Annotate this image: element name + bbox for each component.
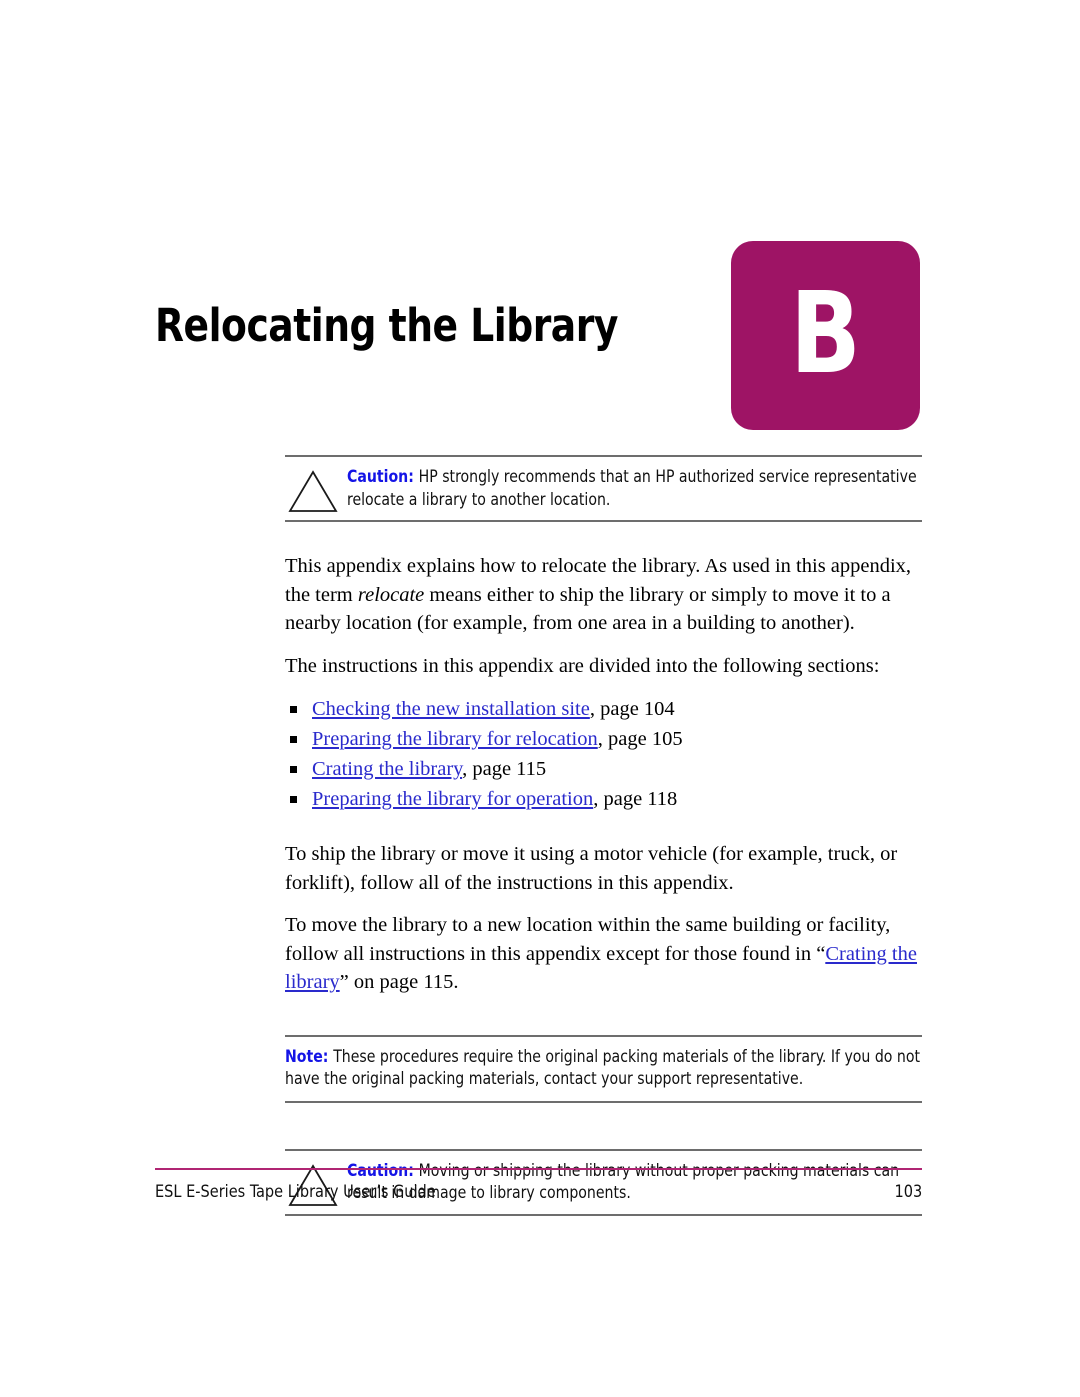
bullet-square-icon — [290, 706, 297, 713]
warning-triangle-icon — [288, 470, 338, 512]
list-item: Preparing the library for relocation, pa… — [285, 724, 922, 754]
page-ref: , page 105 — [597, 728, 683, 750]
caution-top-body: HP strongly recommends that an HP author… — [347, 467, 917, 509]
link-crating-the-library[interactable]: Crating the library — [312, 758, 462, 780]
caution-label: Caution: — [347, 467, 414, 486]
chapter-header: Relocating the Library B — [0, 0, 1080, 440]
content-column: Caution: HP strongly recommends that an H… — [285, 455, 922, 1216]
moving-p-part1: To move the library to a new location wi… — [285, 914, 891, 965]
section-link-list: Checking the new installation site, page… — [285, 694, 922, 814]
footer-document-title: ESL E-Series Tape Library User’s Guide — [155, 1182, 436, 1202]
page-ref: , page 115 — [462, 758, 547, 780]
bullet-square-icon — [290, 766, 297, 773]
link-preparing-the-library-for-operation[interactable]: Preparing the library for operation — [312, 788, 593, 810]
note-text: Note: These procedures require the origin… — [285, 1046, 920, 1091]
link-checking-the-new-installation-site[interactable]: Checking the new installation site — [312, 698, 590, 720]
shipping-paragraph: To ship the library or move it using a m… — [285, 843, 898, 894]
page-footer: ESL E-Series Tape Library User’s Guide 1… — [155, 1168, 922, 1202]
intro-p1-emphasis: relocate — [357, 583, 425, 606]
footer-page-number: 103 — [894, 1182, 922, 1202]
page-ref: , page 118 — [593, 788, 678, 810]
intro-paragraph-1: This appendix explains how to relocate t… — [285, 552, 922, 638]
moving-p-part2: ” on page 115. — [339, 971, 459, 993]
note-body: These procedures require the original pa… — [285, 1046, 921, 1089]
moving-paragraph: To move the library to a new location wi… — [285, 911, 922, 997]
chapter-letter-badge: B — [731, 241, 920, 430]
bullet-square-icon — [290, 796, 297, 803]
caution-box-top: Caution: HP strongly recommends that an H… — [285, 455, 922, 522]
page-title: Relocating the Library — [155, 299, 618, 352]
list-item: Crating the library, page 115 — [285, 754, 922, 784]
note-label: Note: — [285, 1046, 329, 1066]
bullet-square-icon — [290, 736, 297, 743]
note-box: Note: These procedures require the origin… — [285, 1034, 922, 1103]
list-item: Preparing the library for operation, pag… — [285, 784, 922, 814]
page-ref: , page 104 — [589, 698, 675, 720]
intro-paragraph-2: The instructions in this appendix are di… — [285, 654, 880, 677]
footer-divider — [155, 1168, 922, 1170]
chapter-letter: B — [790, 268, 861, 399]
list-item: Checking the new installation site, page… — [285, 694, 922, 724]
footer-row: ESL E-Series Tape Library User’s Guide 1… — [155, 1182, 922, 1202]
caution-top-text: Caution: HP strongly recommends that an H… — [347, 466, 921, 511]
link-preparing-the-library-for-relocation[interactable]: Preparing the library for relocation — [312, 728, 598, 750]
